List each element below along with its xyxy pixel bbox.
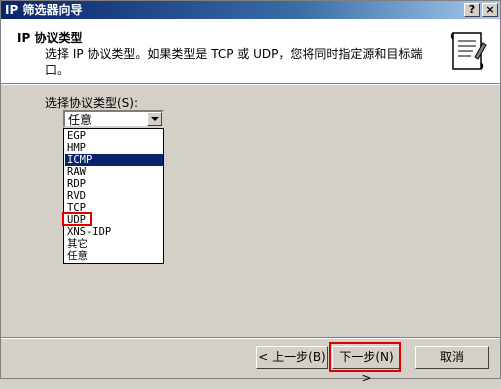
list-item-rdp[interactable]: RDP (65, 178, 163, 190)
wizard-scroll-icon (450, 32, 487, 70)
list-item-hmp[interactable]: HMP (65, 142, 163, 154)
list-item-any[interactable]: 任意 (65, 250, 163, 262)
dropdown-selected-value: 任意 (68, 113, 93, 127)
ip-filter-wizard-window: IP 筛选器向导 ? × IP 协议类型 选择 IP 协议类型。如果类型是 TC… (0, 0, 501, 385)
wizard-header: IP 协议类型 选择 IP 协议类型。如果类型是 TCP 或 UDP，您将同时指… (1, 19, 500, 84)
close-button[interactable]: × (482, 3, 498, 17)
back-button[interactable]: < 上一步(B) (256, 346, 328, 369)
protocol-type-label: 选择协议类型(S): (45, 96, 139, 110)
header-divider (1, 84, 500, 85)
protocol-type-dropdown[interactable]: 任意 (63, 110, 164, 128)
chevron-down-icon[interactable] (147, 112, 162, 126)
list-item-rvd[interactable]: RVD (65, 190, 163, 202)
list-item-raw[interactable]: RAW (65, 166, 163, 178)
title-bar: IP 筛选器向导 ? × (1, 1, 500, 19)
list-item-egp[interactable]: EGP (65, 130, 163, 142)
help-button[interactable]: ? (464, 3, 480, 17)
protocol-options-list[interactable]: EGP HMP ICMP RAW RDP RVD TCP UDP XNS-IDP… (63, 128, 164, 264)
footer-divider-highlight (1, 338, 500, 339)
page-description: 选择 IP 协议类型。如果类型是 TCP 或 UDP，您将同时指定源和目标端口。 (45, 47, 423, 77)
list-item-other[interactable]: 其它 (65, 238, 163, 250)
list-item-icmp[interactable]: ICMP (65, 154, 163, 166)
window-title: IP 筛选器向导 (5, 3, 83, 17)
udp-annotation-box (62, 212, 92, 226)
list-item-xns-idp[interactable]: XNS-IDP (65, 226, 163, 238)
next-annotation-box (329, 342, 401, 372)
cancel-button[interactable]: 取消 (415, 346, 489, 369)
page-title: IP 协议类型 (17, 31, 83, 45)
